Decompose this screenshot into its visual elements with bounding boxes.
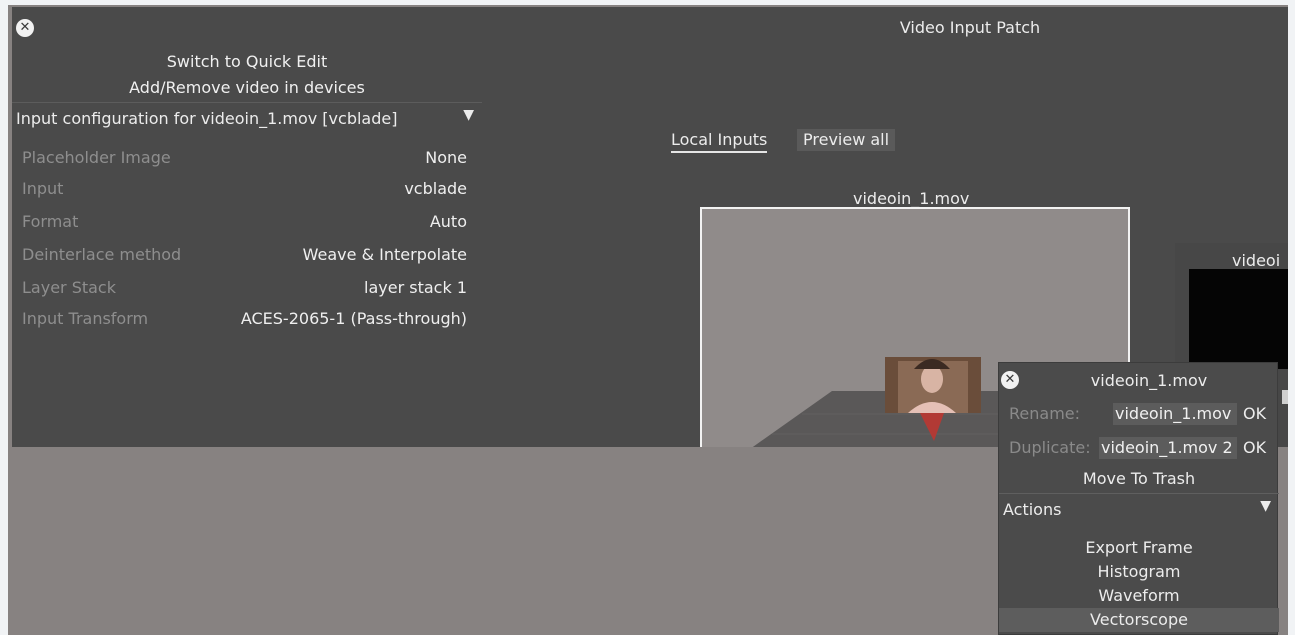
prop-key: Input Transform [22, 309, 149, 328]
prop-row-placeholder[interactable]: Placeholder Image None [22, 148, 467, 172]
rename-input[interactable]: videoin_1.mov [1113, 403, 1237, 425]
preview-all-button[interactable]: Preview all [797, 129, 896, 151]
duplicate-input[interactable]: videoin_1.mov 2 [1099, 437, 1237, 459]
input-context-panel: ✕ videoin_1.mov Rename: videoin_1.mov OK… [998, 362, 1279, 635]
export-frame-button[interactable]: Export Frame [999, 536, 1279, 560]
prop-key: Format [22, 212, 79, 231]
duplicate-ok-button[interactable]: OK [1243, 438, 1266, 457]
prop-row-input-transform[interactable]: Input Transform ACES-2065-1 (Pass-throug… [22, 309, 467, 333]
prop-row-input[interactable]: Input vcblade [22, 179, 467, 203]
context-title: videoin_1.mov [1090, 371, 1208, 390]
rename-label: Rename: [1009, 404, 1081, 423]
thumbnail-title: videoin_1.mov [853, 189, 970, 208]
prop-key: Input [22, 179, 64, 198]
triangle-down-icon[interactable]: ▼ [1260, 498, 1271, 514]
prop-key: Placeholder Image [22, 148, 171, 167]
switch-quick-edit-button[interactable]: Switch to Quick Edit [12, 52, 482, 71]
actions-header[interactable]: Actions ▼ [999, 493, 1279, 523]
triangle-down-icon[interactable]: ▼ [463, 107, 474, 123]
workspace: ✕ Video Input Patch Switch to Quick Edit… [8, 5, 1288, 635]
prop-value[interactable]: None [425, 148, 467, 167]
add-remove-video-button[interactable]: Add/Remove video in devices [12, 78, 482, 97]
prop-value[interactable]: ACES-2065-1 (Pass-through) [241, 309, 467, 328]
prop-row-layer-stack[interactable]: Layer Stack layer stack 1 [22, 278, 467, 302]
prop-value[interactable]: Auto [430, 212, 467, 231]
window-title: Video Input Patch [899, 18, 1041, 37]
prop-value[interactable]: vcblade [404, 179, 467, 198]
prop-key: Deinterlace method [22, 245, 182, 264]
histogram-button[interactable]: Histogram [999, 560, 1279, 584]
tab-local-inputs[interactable]: Local Inputs [671, 129, 768, 153]
vectorscope-button[interactable]: Vectorscope [999, 608, 1279, 632]
prop-key: Layer Stack [22, 278, 116, 297]
rename-ok-button[interactable]: OK [1243, 404, 1266, 423]
thumbnail-title-partial: videoi [1232, 251, 1281, 270]
prop-value[interactable]: Weave & Interpolate [303, 245, 467, 264]
prop-value[interactable]: layer stack 1 [364, 278, 467, 297]
prop-row-format[interactable]: Format Auto [22, 212, 467, 236]
duplicate-label: Duplicate: [1009, 438, 1091, 457]
scroll-handle[interactable] [1282, 390, 1288, 404]
prop-row-deinterlace[interactable]: Deinterlace method Weave & Interpolate [22, 245, 467, 269]
video-preview-thumbnail-2[interactable] [1189, 269, 1288, 369]
waveform-button[interactable]: Waveform [999, 584, 1279, 608]
actions-label: Actions [1003, 500, 1062, 519]
move-to-trash-button[interactable]: Move To Trash [999, 469, 1279, 488]
input-config-label: Input configuration for videoin_1.mov [v… [16, 109, 398, 128]
input-config-header[interactable]: Input configuration for videoin_1.mov [v… [12, 102, 482, 132]
